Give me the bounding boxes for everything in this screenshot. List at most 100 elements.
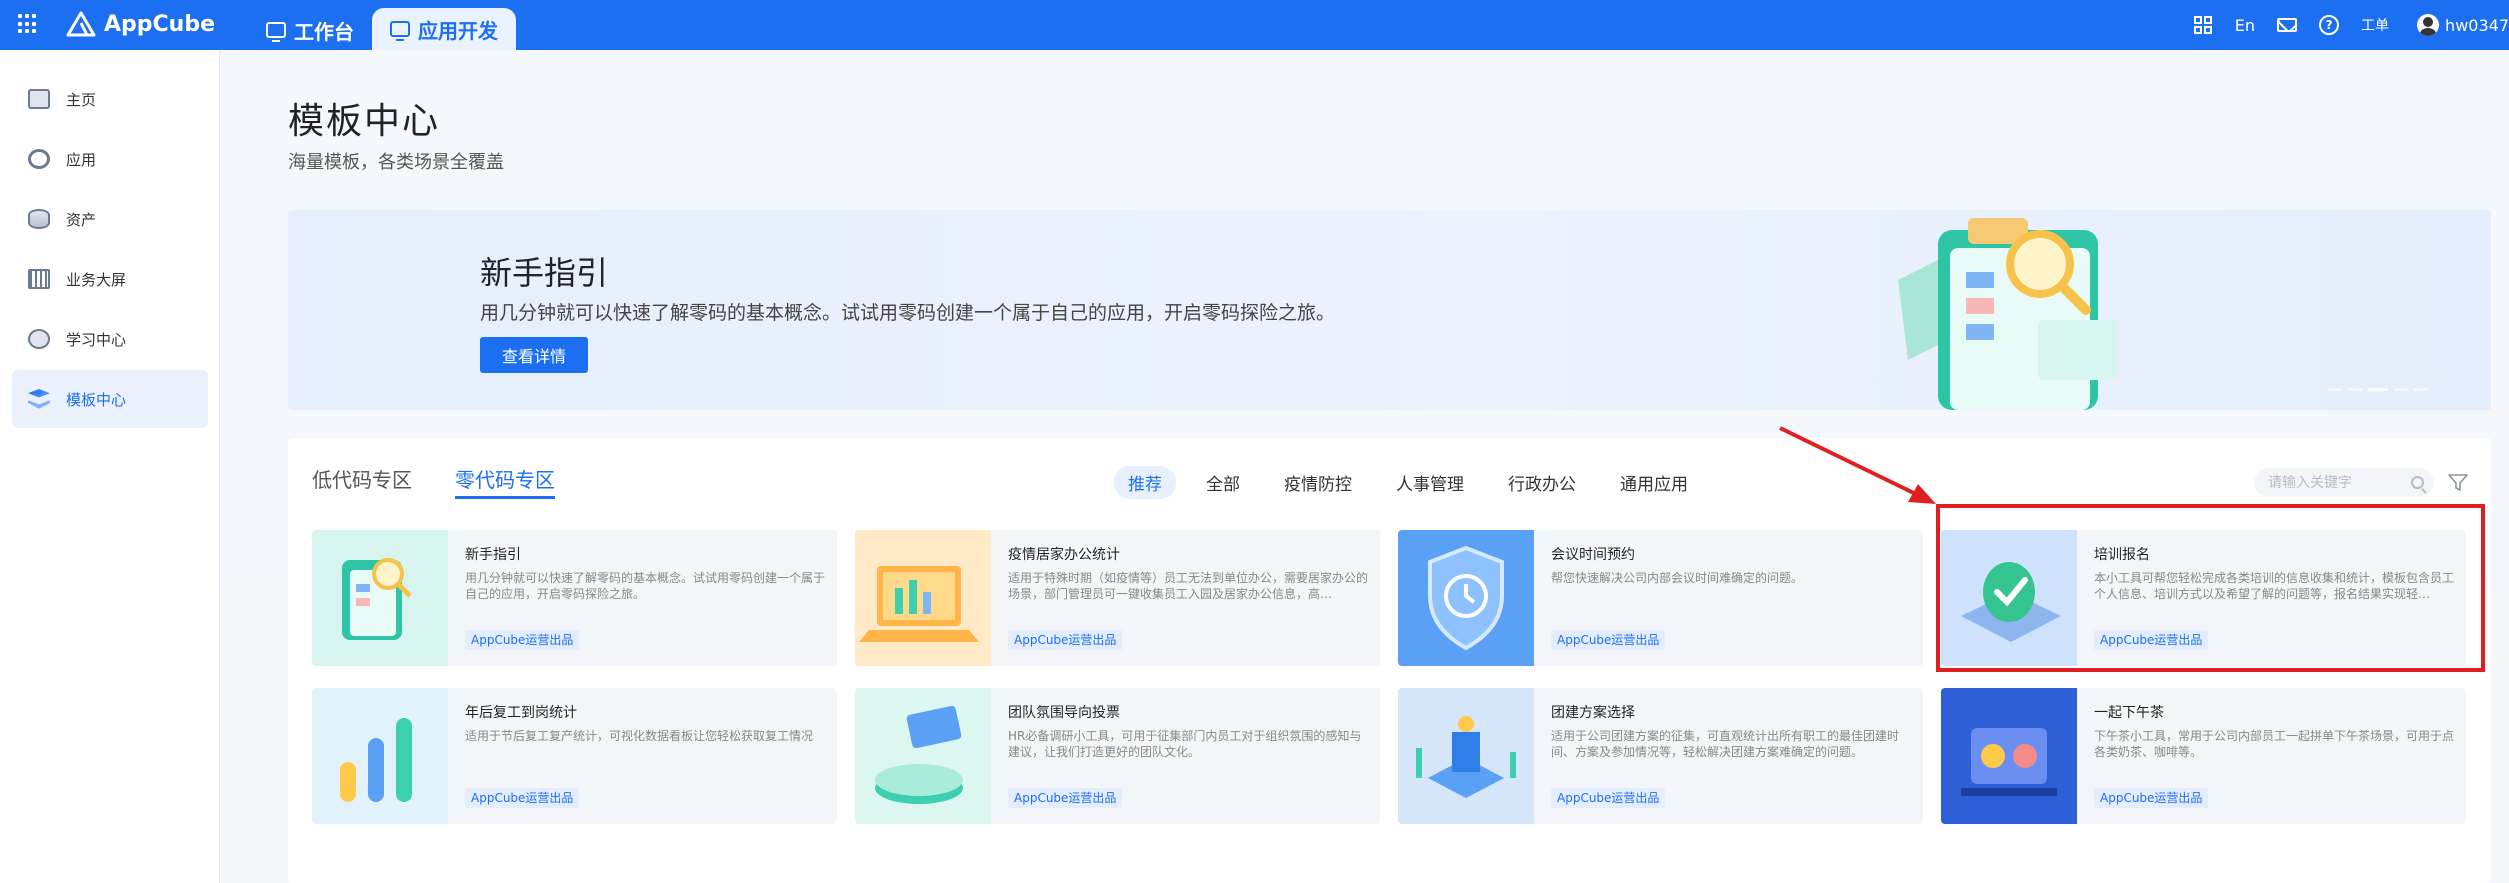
page-subtitle: 海量模板，各类场景全覆盖 <box>288 152 504 173</box>
category-admin[interactable]: 行政办公 <box>1494 466 1590 499</box>
card-title: 培训报名 <box>2094 547 2150 563</box>
template-card[interactable]: 培训报名 本小工具可帮您轻松完成各类培训的信息收集和统计，模板包含员工个人信息、… <box>1941 530 2466 666</box>
card-thumbnail <box>1941 688 2077 824</box>
category-recommended[interactable]: 推荐 <box>1114 466 1176 499</box>
dashboard-icon <box>28 269 50 289</box>
template-card[interactable]: 会议时间预约 帮您快速解决公司内部会议时间难确定的问题。 AppCube运营出品 <box>1398 530 1923 666</box>
card-badge: AppCube运营出品 <box>1551 630 1666 650</box>
app-grid-icon[interactable] <box>18 14 38 34</box>
username: hw0347 <box>2445 15 2509 35</box>
template-card[interactable]: 团队氛围导向投票 HR必备调研小工具，可用于征集部门内员工对于组织氛围的感知与建… <box>855 688 1380 824</box>
view-details-button[interactable]: 查看详情 <box>480 337 588 373</box>
learning-icon <box>28 329 50 349</box>
monitor-icon <box>266 22 286 42</box>
tab-workbench-label: 工作台 <box>294 19 354 44</box>
card-badge: AppCube运营出品 <box>2094 630 2209 650</box>
card-badge: AppCube运营出品 <box>1008 630 1123 650</box>
card-badge: AppCube运营出品 <box>1008 788 1123 808</box>
top-right-tools: En ? 工单 hw0347 <box>2193 0 2509 50</box>
home-icon <box>28 89 50 109</box>
card-thumbnail <box>855 530 991 666</box>
appcube-logo-icon <box>66 11 96 37</box>
sidebar-item-assets[interactable]: 资产 <box>12 190 208 248</box>
sidebar-item-label: 应用 <box>66 150 97 169</box>
sidebar-item-label: 主页 <box>66 90 97 109</box>
template-icon <box>28 389 50 409</box>
card-title: 团建方案选择 <box>1551 705 1635 721</box>
card-description: 帮您快速解决公司内部会议时间难确定的问题。 <box>1551 571 1804 585</box>
sidebar-item-home[interactable]: 主页 <box>12 70 208 128</box>
card-badge: AppCube运营出品 <box>1551 788 1666 808</box>
sidebar-item-label: 资产 <box>66 210 97 229</box>
template-card[interactable]: 新手指引 用几分钟就可以快速了解零码的基本概念。试试用零码创建一个属于自己的应用… <box>312 530 837 666</box>
card-description: 适用于公司团建方案的征集，可直观统计出所有职工的最佳团建时间、方案及参加情况等，… <box>1551 729 1900 759</box>
card-thumbnail <box>312 530 448 666</box>
sidebar-item-apps[interactable]: 应用 <box>12 130 208 188</box>
card-title: 年后复工到岗统计 <box>465 705 577 721</box>
search-icon[interactable] <box>2411 475 2424 489</box>
card-title: 团队氛围导向投票 <box>1008 705 1120 721</box>
template-card[interactable]: 年后复工到岗统计 适用于节后复工复产统计，可视化数据看板让您轻松获取复工情况 A… <box>312 688 837 824</box>
sidebar-item-label: 模板中心 <box>66 390 127 409</box>
guide-banner: 新手指引 用几分钟就可以快速了解零码的基本概念。试试用零码创建一个属于自己的应用… <box>288 210 2491 410</box>
sidebar-item-templates[interactable]: 模板中心 <box>12 370 208 428</box>
sidebar-item-dashboard[interactable]: 业务大屏 <box>12 250 208 308</box>
card-description: 下午茶小工具，常用于公司内部员工一起拼单下午茶场景，可用于点各类奶茶、咖啡等。 <box>2094 729 2454 759</box>
card-thumbnail <box>855 688 991 824</box>
template-card[interactable]: 疫情居家办公统计 适用于特殊时期（如疫情等）员工无法到单位办公，需要居家办公的场… <box>855 530 1380 666</box>
card-thumbnail <box>1941 530 2077 666</box>
card-description: 适用于特殊时期（如疫情等）员工无法到单位办公，需要居家办公的场景，部门管理员可一… <box>1008 571 1368 601</box>
tab-app-development-label: 应用开发 <box>418 18 498 43</box>
banner-title: 新手指引 <box>480 254 609 292</box>
card-description: HR必备调研小工具，可用于征集部门内员工对于组织氛围的感知与建议，让我们打造更好… <box>1008 729 1362 759</box>
sidebar-item-learning[interactable]: 学习中心 <box>12 310 208 368</box>
filter-icon[interactable] <box>2448 474 2468 492</box>
ticket-link[interactable]: 工单 <box>2361 15 2389 35</box>
sidebar-item-label: 业务大屏 <box>66 270 127 289</box>
tab-zero-code-zone[interactable]: 零代码专区 <box>455 464 555 493</box>
template-card[interactable]: 一起下午茶 下午茶小工具，常用于公司内部员工一起拼单下午茶场景，可用于点各类奶茶… <box>1941 688 2466 824</box>
sidebar-item-label: 学习中心 <box>66 330 127 349</box>
search-input[interactable]: 请输入关键字 <box>2254 468 2434 496</box>
banner-description: 用几分钟就可以快速了解零码的基本概念。试试用零码创建一个属于自己的应用，开启零码… <box>480 302 1336 324</box>
code-icon <box>390 21 410 41</box>
card-badge: AppCube运营出品 <box>465 630 580 650</box>
user-menu[interactable]: hw0347 <box>2417 14 2509 36</box>
category-all[interactable]: 全部 <box>1192 466 1254 499</box>
page-title: 模板中心 <box>288 101 441 142</box>
card-title: 会议时间预约 <box>1551 547 1635 563</box>
top-bar: AppCube 工作台 应用开发 En ? 工单 hw0347 <box>0 0 2509 50</box>
mail-icon[interactable] <box>2277 15 2298 35</box>
category-hr[interactable]: 人事管理 <box>1382 466 1478 499</box>
clipboard-magnifier-illustration <box>1898 218 2118 410</box>
app-icon <box>28 149 50 169</box>
card-description: 本小工具可帮您轻松完成各类培训的信息收集和统计，模板包含员工个人信息、培训方式以… <box>2094 571 2454 601</box>
tab-low-code-zone[interactable]: 低代码专区 <box>312 464 412 493</box>
card-description: 用几分钟就可以快速了解零码的基本概念。试试用零码创建一个属于自己的应用，开启零码… <box>465 571 825 601</box>
card-thumbnail <box>312 688 448 824</box>
language-switch[interactable]: En <box>2235 16 2255 35</box>
qr-code-icon[interactable] <box>2193 15 2213 35</box>
banner-carousel-dots[interactable] <box>2328 388 2428 391</box>
card-title: 新手指引 <box>465 547 521 563</box>
card-title: 疫情居家办公统计 <box>1008 547 1120 563</box>
brand-name: AppCube <box>104 11 215 37</box>
tab-workbench[interactable]: 工作台 <box>252 10 368 50</box>
card-thumbnail <box>1398 530 1534 666</box>
tab-app-development[interactable]: 应用开发 <box>372 8 516 50</box>
category-general[interactable]: 通用应用 <box>1606 466 1702 499</box>
card-description: 适用于节后复工复产统计，可视化数据看板让您轻松获取复工情况 <box>465 729 814 743</box>
brand-logo[interactable]: AppCube <box>66 11 215 37</box>
help-icon[interactable]: ? <box>2319 15 2340 35</box>
active-tab-indicator <box>455 496 555 499</box>
category-epidemic[interactable]: 疫情防控 <box>1270 466 1366 499</box>
search-placeholder: 请输入关键字 <box>2268 475 2352 491</box>
card-badge: AppCube运营出品 <box>2094 788 2209 808</box>
main-content: 模板中心 海量模板，各类场景全覆盖 新手指引 用几分钟就可以快速了解零码的基本概… <box>220 50 2509 883</box>
card-thumbnail <box>1398 688 1534 824</box>
avatar <box>2417 14 2440 36</box>
asset-icon <box>28 209 50 229</box>
category-filter: 推荐 全部 疫情防控 人事管理 行政办公 通用应用 <box>1114 466 1702 499</box>
template-card[interactable]: 团建方案选择 适用于公司团建方案的征集，可直观统计出所有职工的最佳团建时间、方案… <box>1398 688 1923 824</box>
sidebar: 主页 应用 资产 业务大屏 学习中心 模板中心 <box>0 50 220 883</box>
